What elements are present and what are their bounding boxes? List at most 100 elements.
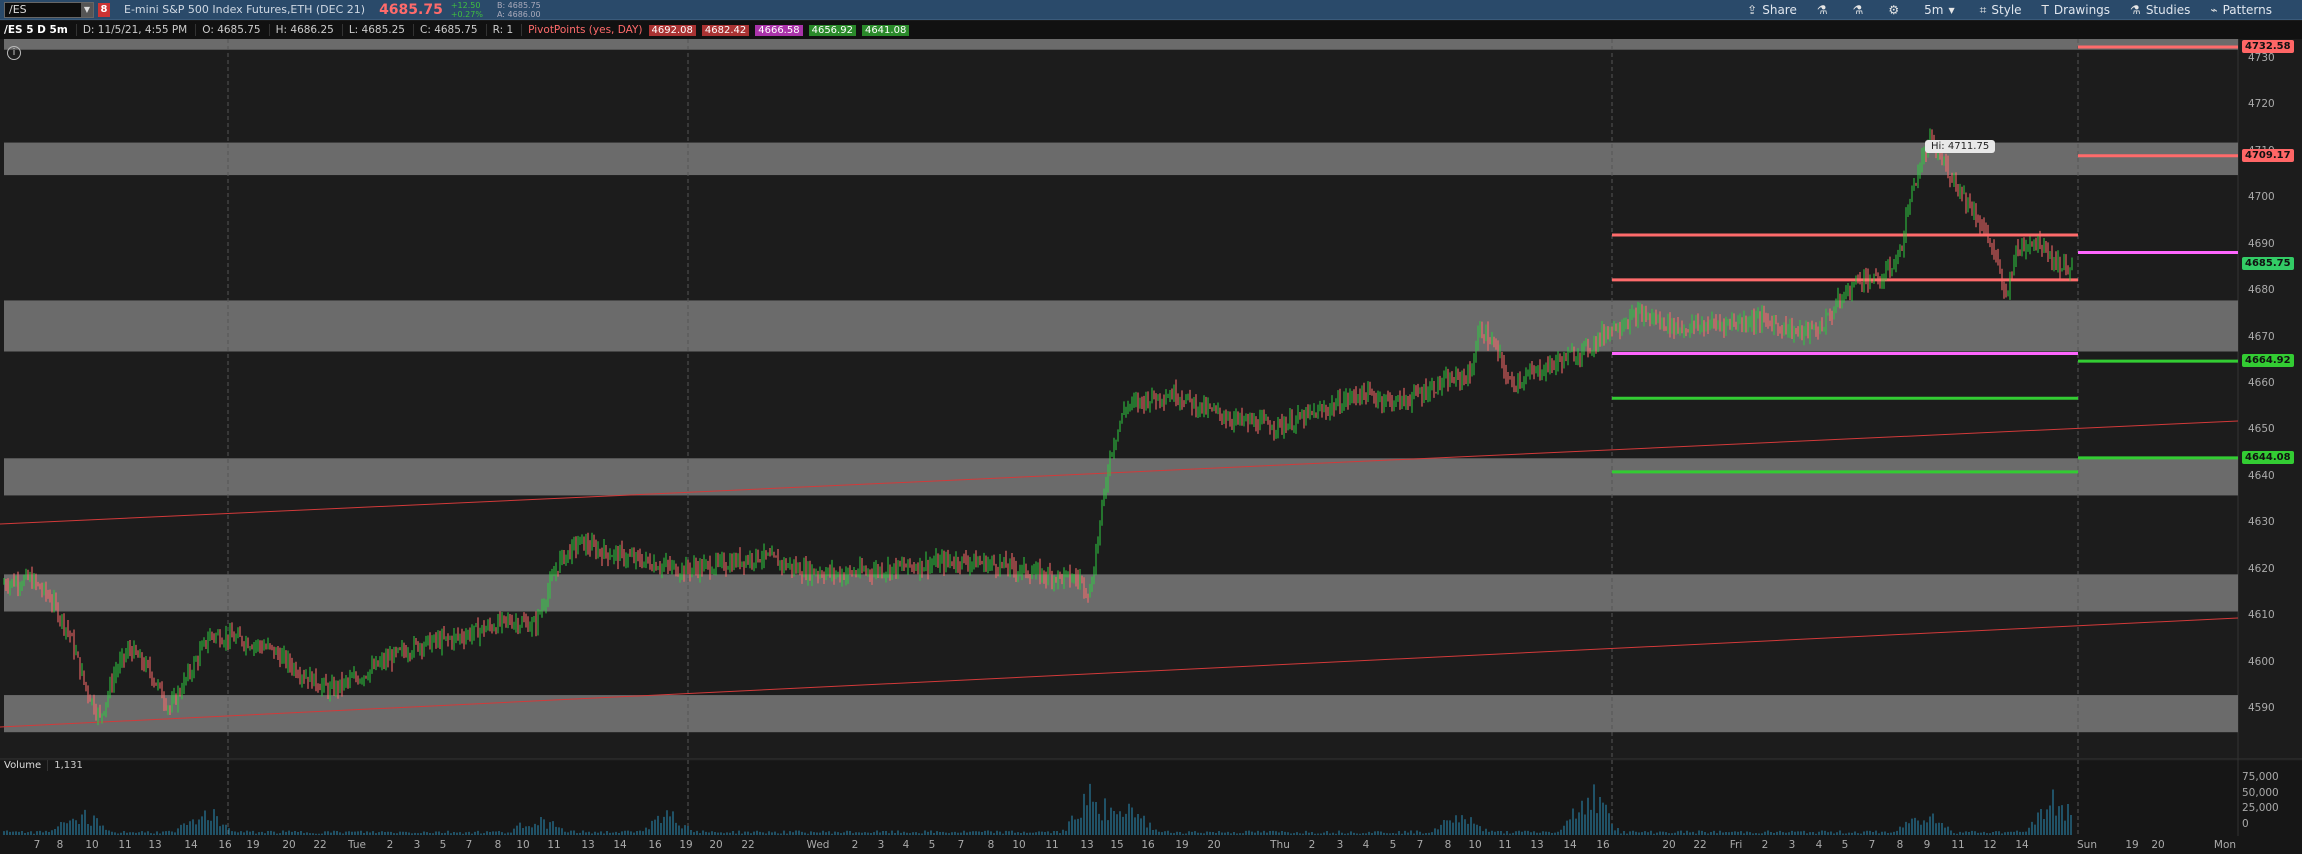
studies-button[interactable]: ⚗ Studies [2130,3,2190,17]
time-axis[interactable]: 7 8 10 11 13 14 16 19 20 22 Tue 2 3 5 7 8 10 11 13 14 16 19 20… [0,836,2302,854]
price-tick-label: 4660 [2248,377,2275,389]
studies-shortcut-button[interactable]: ⚗ [1853,3,1869,17]
time-tick-label: 2 [851,839,859,851]
timeframe-button[interactable]: 5m ▼ [1924,3,1959,17]
change-absolute: +12.50 [450,0,481,10]
time-tick-label: 19 [246,839,260,851]
time-tick-label: 2 [386,839,394,851]
pivot-value-pp-high: 4682.42 [701,24,750,36]
time-tick-label: 10 [1468,839,1482,851]
share-label: Share [1762,3,1797,17]
ask-value: A: 4686.00 [496,9,541,19]
drawings-button[interactable]: T Drawings [2042,3,2111,17]
support-resistance-zone [4,142,2238,176]
info-icon[interactable]: i [7,46,21,60]
time-tick-label: 11 [547,839,561,851]
price-tick-label: 4690 [2248,237,2275,250]
price-tick-label: 4720 [2248,98,2275,111]
time-tick-label: 5 [1841,839,1849,851]
price-tag-3: 4664.92 [2242,354,2294,368]
instrument-name: E-mini S&P 500 Index Futures,ETH (DEC 21… [124,3,366,16]
timeframe-label: 5m [1924,3,1944,17]
time-tick-label: Wed [806,839,830,851]
time-tick-label: 8 [494,839,502,851]
time-tick-label: 11 [1045,839,1059,851]
time-tick-label: 7 [1868,839,1876,851]
price-tag-0: 4732.58 [2242,40,2294,54]
alert-badge[interactable]: 8 [98,2,110,17]
top-toolbar: /ES ▼ 8 E-mini S&P 500 Index Futures,ETH… [0,0,2302,20]
gear-button[interactable]: ⚙ [1888,3,1904,17]
bar-close: C: 4685.75 [412,24,478,36]
support-resistance-zone [4,300,2238,352]
time-tick-label: 16 [1596,839,1610,851]
pattern-icon: ⌁ [2210,3,2218,17]
price-tick-label: 4680 [2248,284,2275,297]
time-tick-label: 13 [581,839,595,851]
time-tick-label: 14 [613,839,627,851]
time-tick-label: 3 [413,839,421,851]
beaker-icon: ⚗ [1852,3,1864,17]
time-tick-label: 14 [184,839,198,851]
chart-settings-button[interactable]: ⚗ [1817,3,1833,17]
symbol-selector[interactable]: /ES ▼ [4,1,94,18]
time-tick-label: 8 [1444,839,1452,851]
time-tick-label: 10 [1012,839,1026,851]
time-tick-label: 22 [313,839,327,851]
share-icon: ⇪ [1747,3,1758,17]
price-tick-label: 4610 [2248,609,2275,622]
pivot-value-r1: 4692.08 [648,24,696,36]
style-label: Style [1991,3,2022,17]
patterns-button[interactable]: ⌁ Patterns [2210,3,2272,17]
volume-header: Volume 1,131 [4,760,83,771]
share-button[interactable]: ⇪ Share [1747,3,1797,17]
price-tick-label: 4600 [2248,655,2275,668]
time-tick-label: 10 [85,839,99,851]
bar-open: O: 4685.75 [195,24,261,36]
time-tick-label: 5 [439,839,447,851]
pivot-value-s1: 4656.92 [808,24,856,36]
time-tick-label: Fri [1729,839,1743,851]
chart-title: /ES 5 D 5m [4,24,68,36]
price-tick-label: 4670 [2248,330,2275,343]
time-tick-label: 5 [928,839,936,851]
time-tick-label: 11 [1498,839,1512,851]
price-tag-1: 4709.17 [2242,148,2294,162]
chevron-down-icon: ▼ [1948,5,1955,15]
time-tick-label: 19 [2125,839,2139,851]
volume-pane-background [0,761,2302,836]
chevron-down-icon[interactable]: ▼ [81,2,93,17]
bar-date: D: 11/5/21, 4:55 PM [75,24,187,36]
price-tick-label: 4700 [2248,191,2275,204]
pivot-study-label[interactable]: PivotPoints (yes, DAY) [521,24,643,36]
time-tick-label: 7 [957,839,965,851]
volume-tick-label: 25,000 [2242,802,2279,814]
gear-icon: ⚙ [1888,3,1900,17]
style-button[interactable]: ⌗ Style [1980,3,2022,18]
time-tick-label: 19 [1175,839,1189,851]
time-tick-label: 13 [1530,839,1544,851]
time-tick-label: 9 [1923,839,1931,851]
time-tick-label: Sun [2077,839,2097,851]
time-tick-label: 14 [2015,839,2029,851]
price-change: +12.50 +0.27% [451,1,483,19]
pivot-value-pp: 4666.58 [755,24,803,36]
price-tick-label: 4650 [2248,423,2275,436]
time-tick-label: 4 [902,839,910,851]
time-tick-label: 7 [33,839,41,851]
price-tick-label: 4730 [2248,52,2275,64]
time-tick-label: 2 [1761,839,1769,851]
time-tick-label: 7 [465,839,473,851]
drawings-label: Drawings [2053,3,2111,17]
style-icon: ⌗ [1979,2,1987,17]
time-tick-label: 7 [1416,839,1424,851]
time-tick-label: 22 [1693,839,1707,851]
price-tick-label: 4620 [2248,562,2275,575]
price-tag-4: 4644.08 [2242,450,2294,464]
support-resistance-zone [4,695,2238,733]
time-tick-label: 15 [1110,839,1124,851]
patterns-label: Patterns [2222,3,2272,17]
price-chart[interactable] [0,39,2302,836]
time-tick-label: 16 [648,839,662,851]
time-tick-label: 3 [1336,839,1344,851]
